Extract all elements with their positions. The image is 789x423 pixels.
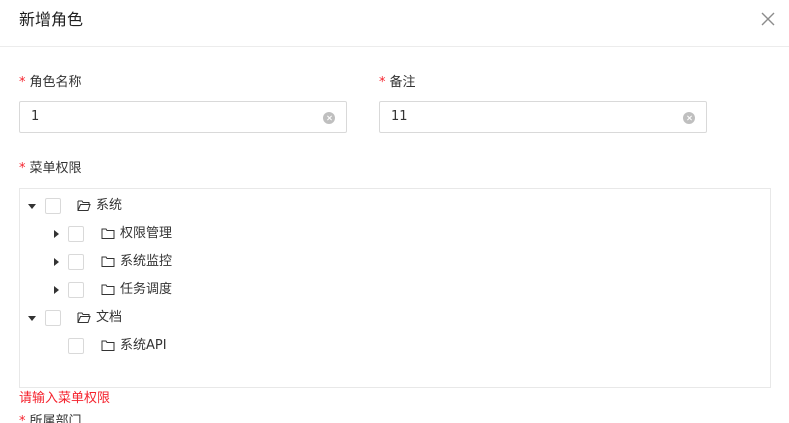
tree-node-monitor[interactable]: 系统监控 <box>20 248 770 276</box>
modal-header: 新增角色 <box>0 0 789 47</box>
role-name-label-text: 角色名称 <box>29 75 82 90</box>
folder-open-icon <box>77 312 91 323</box>
department-label: * 所属部门 <box>19 413 82 423</box>
department-label-text: 所属部门 <box>29 414 82 423</box>
tree-checkbox[interactable] <box>68 282 84 298</box>
tree-node-permission[interactable]: 权限管理 <box>20 220 770 248</box>
menu-tree: 系统 权限管理 系统监控 任务调度 文档 系统API <box>19 188 771 388</box>
tree-node-label: 任务调度 <box>120 282 173 297</box>
tree-node-docs[interactable]: 文档 <box>20 304 770 332</box>
tree-node-label: 系统 <box>96 198 123 213</box>
tree-node-label: 系统API <box>120 338 167 353</box>
tree-checkbox[interactable] <box>45 310 61 326</box>
modal-title: 新增角色 <box>19 10 84 29</box>
folder-icon <box>101 228 115 239</box>
role-name-label: * 角色名称 <box>19 74 82 92</box>
required-mark: * <box>19 75 26 90</box>
tree-node-scheduler[interactable]: 任务调度 <box>20 276 770 304</box>
caret-right-icon[interactable] <box>54 258 59 266</box>
remark-label: * 备注 <box>379 74 416 92</box>
close-icon[interactable] <box>759 10 777 28</box>
menu-perm-label-text: 菜单权限 <box>29 161 82 176</box>
role-name-input[interactable]: 1 <box>19 101 347 133</box>
folder-icon <box>101 340 115 351</box>
tree-node-system[interactable]: 系统 <box>20 192 770 220</box>
required-mark: * <box>19 414 26 423</box>
tree-node-label: 文档 <box>96 310 123 325</box>
folder-icon <box>101 256 115 267</box>
caret-right-icon[interactable] <box>54 286 59 294</box>
clear-icon[interactable] <box>323 112 335 124</box>
clear-icon[interactable] <box>683 112 695 124</box>
required-mark: * <box>379 75 386 90</box>
caret-down-icon[interactable] <box>28 316 36 321</box>
remark-label-text: 备注 <box>389 75 416 90</box>
tree-checkbox[interactable] <box>68 254 84 270</box>
caret-right-icon[interactable] <box>54 230 59 238</box>
menu-perm-label: * 菜单权限 <box>19 160 82 178</box>
tree-checkbox[interactable] <box>68 338 84 354</box>
menu-perm-error: 请输入菜单权限 <box>19 391 111 406</box>
tree-node-label: 权限管理 <box>120 226 173 241</box>
folder-open-icon <box>77 200 91 211</box>
tree-node-api[interactable]: 系统API <box>20 332 770 360</box>
tree-checkbox[interactable] <box>68 226 84 242</box>
caret-down-icon[interactable] <box>28 204 36 209</box>
tree-node-label: 系统监控 <box>120 254 173 269</box>
remark-input[interactable]: 11 <box>379 101 707 133</box>
role-name-value: 1 <box>31 109 40 124</box>
folder-icon <box>101 284 115 295</box>
required-mark: * <box>19 161 26 176</box>
tree-checkbox[interactable] <box>45 198 61 214</box>
remark-value: 11 <box>391 109 408 124</box>
